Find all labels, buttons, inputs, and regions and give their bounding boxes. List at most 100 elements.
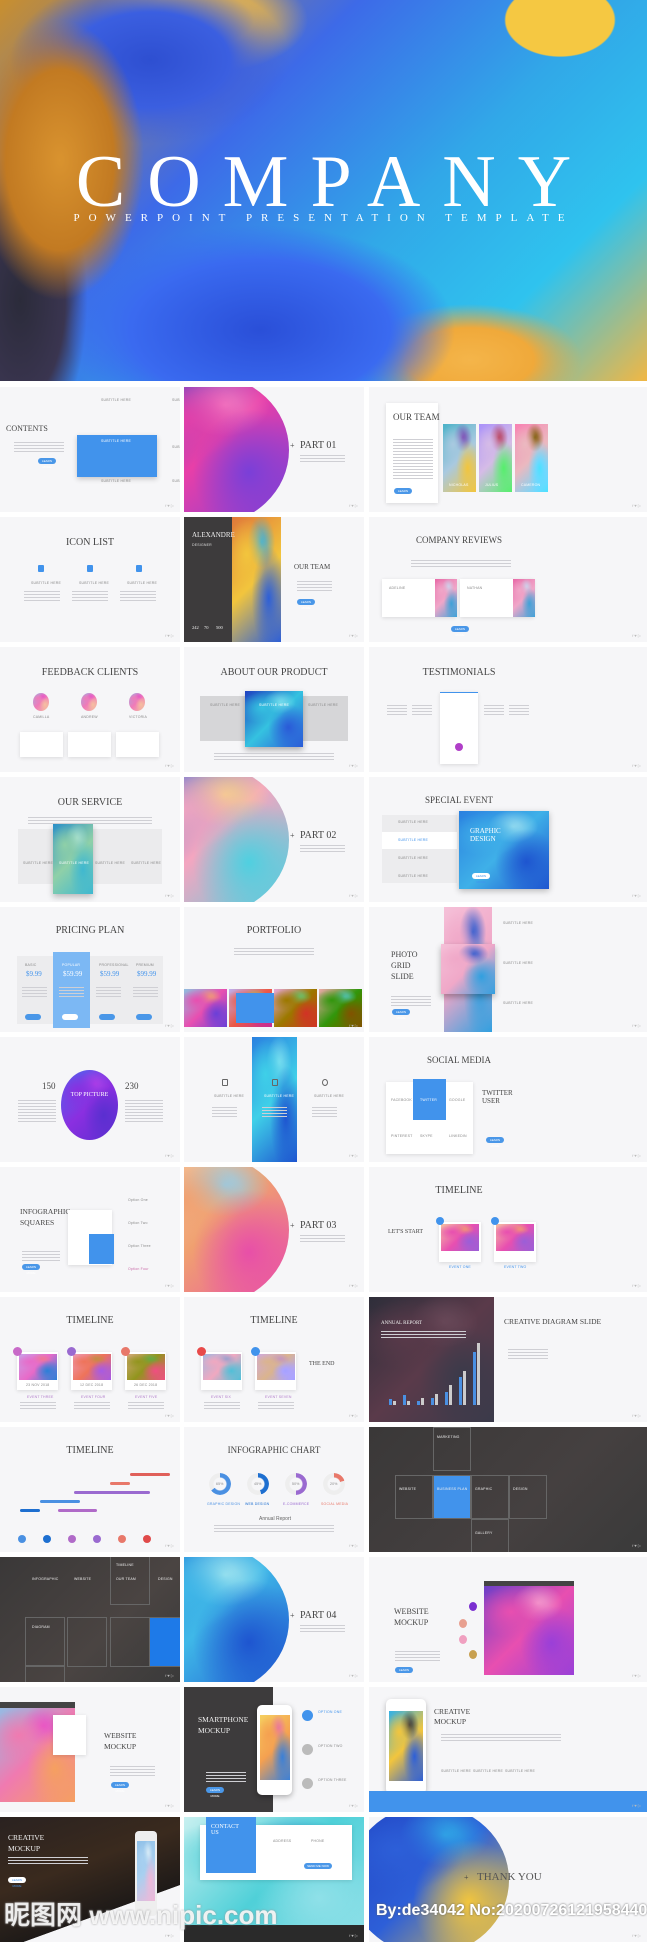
social-icons[interactable]: f ♥ ▷ [165,1283,174,1288]
slide-thumbnail[interactable]: PHOTO GRID SLIDE LEARN MORE SUBTITLE HERE S… [369,907,647,1032]
social-icons[interactable]: f ♥ ▷ [349,1153,358,1158]
slide-thumbnail[interactable]: TOP PICTURE 150 230 f ♥ ▷ [0,1037,180,1162]
slide-thumbnail[interactable]: WEBSITE MOCKUP LEARN MORE f ♥ ▷ [0,1687,180,1812]
slide-thumbnail[interactable]: INFOGRAPHIC CHART 65% GRAPHIC DESIGN 45% WEB… [184,1427,364,1552]
learn-more-button[interactable]: LEARN MORE [111,1782,129,1793]
slide-thumbnail[interactable]: OUR TEAM LEARN MORE NICHOLAS JULIUS CAMERON f… [369,387,647,512]
social-icons[interactable]: f ♥ ▷ [165,1933,174,1938]
slide-thumbnail[interactable]: + THANK YOU f ♥ ▷ [369,1817,647,1942]
social-icons[interactable]: f ♥ ▷ [165,1413,174,1418]
plan-button[interactable] [136,1014,152,1020]
learn-more-button[interactable]: LEARN MORE [38,458,56,469]
social-label[interactable]: FACEBOOK [391,1098,412,1102]
social-label[interactable]: SKYPE [420,1134,433,1138]
social-icons[interactable]: f ♥ ▷ [349,763,358,768]
learn-more-button[interactable]: LEARN MORE [8,1877,26,1888]
slide-thumbnail[interactable]: COMPANY REVIEWS ADELINE NATHAN LEARN MORE f … [369,517,647,642]
social-icons[interactable]: f ♥ ▷ [632,763,641,768]
learn-more-button[interactable]: LEARN MORE [486,1137,504,1148]
slide-thumbnail[interactable]: CREATIVE MOCKUP SUBTITLE HERE SUBTITLE HER… [369,1687,647,1812]
learn-more-button[interactable]: LEARN MORE [392,1009,410,1020]
slide-thumbnail[interactable]: SMARTPHONE MOCKUP LEARN MORE OPTION ONE OPT… [184,1687,364,1812]
slide-thumbnail[interactable]: OUR SERVICE SUBTITLE HERE SUBTITLE HERE SUB… [0,777,180,902]
marble-image [137,1841,155,1901]
social-icons[interactable]: f ♥ ▷ [632,1673,641,1678]
social-icons[interactable]: f ♥ ▷ [349,1413,358,1418]
social-icons[interactable]: f ♥ ▷ [349,1543,358,1548]
social-label[interactable]: GOOGLE [449,1098,465,1102]
social-icons[interactable]: f ♥ ▷ [632,1153,641,1158]
slide-thumbnail[interactable]: TIMELINE f ♥ ▷ [0,1427,180,1552]
slide-thumbnail[interactable]: SUBTITLE HERE SUBTITLE HERE SUBTITLE HERE f… [184,1037,364,1162]
learn-more-button[interactable]: LEARN MORE [451,626,469,637]
subtitle-label: SUBTITLE HERE [503,921,534,925]
plan-button[interactable] [25,1014,41,1020]
slide-thumbnail[interactable]: SPECIAL EVENT SUBTITLE HERE SUBTITLE HERE S… [369,777,647,902]
slide-thumbnail[interactable]: TIMELINE LET'S START EVENT ONE EVENT TWO f ♥… [369,1167,647,1292]
social-icons[interactable]: f ♥ ▷ [349,1803,358,1808]
social-label[interactable]: TWITTER [420,1098,437,1102]
learn-more-button[interactable]: LEARN MORE [394,488,412,499]
plan-button[interactable] [99,1014,115,1020]
social-icons[interactable]: f ♥ ▷ [349,893,358,898]
portfolio-highlight [236,993,274,1023]
social-icons[interactable]: f ♥ ▷ [632,1023,641,1028]
social-icons[interactable]: f ♥ ▷ [632,1803,641,1808]
social-icons[interactable]: f ♥ ▷ [632,1933,641,1938]
slide-thumbnail[interactable]: + PART 02 f ♥ ▷ [184,777,364,902]
social-icons[interactable]: f ♥ ▷ [165,893,174,898]
learn-more-button[interactable]: LEARN MORE [22,1264,40,1275]
plan-button[interactable] [62,1014,78,1020]
social-icons[interactable]: f ♥ ▷ [349,1673,358,1678]
slide-thumbnail[interactable]: ANNUAL REPORT CREATIVE DIAGRAM SLIDE f ♥ ▷ [369,1297,647,1422]
social-icons[interactable]: f ♥ ▷ [165,1023,174,1028]
social-icons[interactable]: f ♥ ▷ [165,1803,174,1808]
social-icons[interactable]: f ♥ ▷ [349,503,358,508]
slide-thumbnail[interactable]: + PART 01 f ♥ ▷ [184,387,364,512]
slide-thumbnail[interactable]: SOCIAL MEDIA FACEBOOK TWITTER GOOGLE PINTERE… [369,1037,647,1162]
learn-more-button[interactable]: LEARN MORE [297,599,315,610]
send-button[interactable]: SEND ME NOW [304,1863,332,1869]
learn-more-button[interactable]: LEARN MORE [206,1787,224,1798]
social-icons[interactable]: f ♥ ▷ [165,503,174,508]
body-text [74,1402,110,1409]
slide-thumbnail[interactable]: PORTFOLIO f ♥ ▷ [184,907,364,1032]
slide-thumbnail[interactable]: INFOGRAPHIC SQUARES LEARN MORE Option One O… [0,1167,180,1292]
slide-thumbnail[interactable]: TIMELINE 23 NOV 2018 EVENT THREE 12 DEC 201… [0,1297,180,1422]
social-icons[interactable]: f ♥ ▷ [632,503,641,508]
social-icons[interactable]: f ♥ ▷ [632,1283,641,1288]
slide-thumbnail[interactable]: CONTENTS LEARN MORE SUBTITLE HERE SUBTITLE … [0,387,180,512]
social-icons[interactable]: f ♥ ▷ [632,1543,641,1548]
social-icons[interactable]: f ♥ ▷ [632,1413,641,1418]
social-icons[interactable]: f ♥ ▷ [632,893,641,898]
slide-thumbnail[interactable]: WEBSITE MOCKUP LEARN MORE f ♥ ▷ [369,1557,647,1682]
service-icon [272,1079,278,1086]
diagram-cell [433,1427,471,1471]
slide-thumbnail[interactable]: TESTIMONIALS f ♥ ▷ [369,647,647,772]
social-icons[interactable]: f ♥ ▷ [349,1933,358,1938]
social-icons[interactable]: f ♥ ▷ [165,1153,174,1158]
social-label[interactable]: PINTEREST [391,1134,412,1138]
social-icons[interactable]: f ♥ ▷ [349,1283,358,1288]
slide-thumbnail[interactable]: ICON LIST SUBTITLE HERE SUBTITLE HERE SUBTI… [0,517,180,642]
slide-thumbnail[interactable]: + PART 03 f ♥ ▷ [184,1167,364,1292]
slide-thumbnail[interactable]: PRICING PLAN BASIC $9.99 POPULAR $59.99 PROFE… [0,907,180,1032]
social-icons[interactable]: f ♥ ▷ [632,633,641,638]
social-icons[interactable]: f ♥ ▷ [349,633,358,638]
social-icons[interactable]: f ♥ ▷ [165,763,174,768]
slide-thumbnail[interactable]: MARKETING WEBSITE BUSINESS PLAN GRAPHIC DESI… [369,1427,647,1552]
slide-thumbnail[interactable]: TIMELINE INFOGRAPHIC WEBSITE OUR TEAM DESIGN… [0,1557,180,1682]
slide-thumbnail[interactable]: ALEXANDRE DESIGNER 242 70 500 OUR TEAM LEARN M… [184,517,364,642]
social-icons[interactable]: f ♥ ▷ [165,1543,174,1548]
slide-thumbnail[interactable]: + PART 04 f ♥ ▷ [184,1557,364,1682]
slide-thumbnail[interactable]: TIMELINE EVENT SIX EVENT SEVEN THE END f ♥ ▷ [184,1297,364,1422]
slide-thumbnail[interactable]: ABOUT OUR PRODUCT SUBTITLE HERE SUBTITLE H… [184,647,364,772]
social-label[interactable]: LINKEDIN [449,1134,467,1138]
learn-more-button[interactable]: LEARN MORE [395,1667,413,1678]
slide-thumbnail[interactable]: FEEDBACK CLIENTS CAMILLA ANDREW VICTORIA f ♥… [0,647,180,772]
learn-more-button[interactable]: LEARN MORE [472,873,490,884]
social-icons[interactable]: f ♥ ▷ [165,633,174,638]
social-icons[interactable]: f ♥ ▷ [165,1673,174,1678]
marble-image [274,989,317,1027]
social-icons[interactable]: f ♥ ▷ [349,1023,358,1028]
